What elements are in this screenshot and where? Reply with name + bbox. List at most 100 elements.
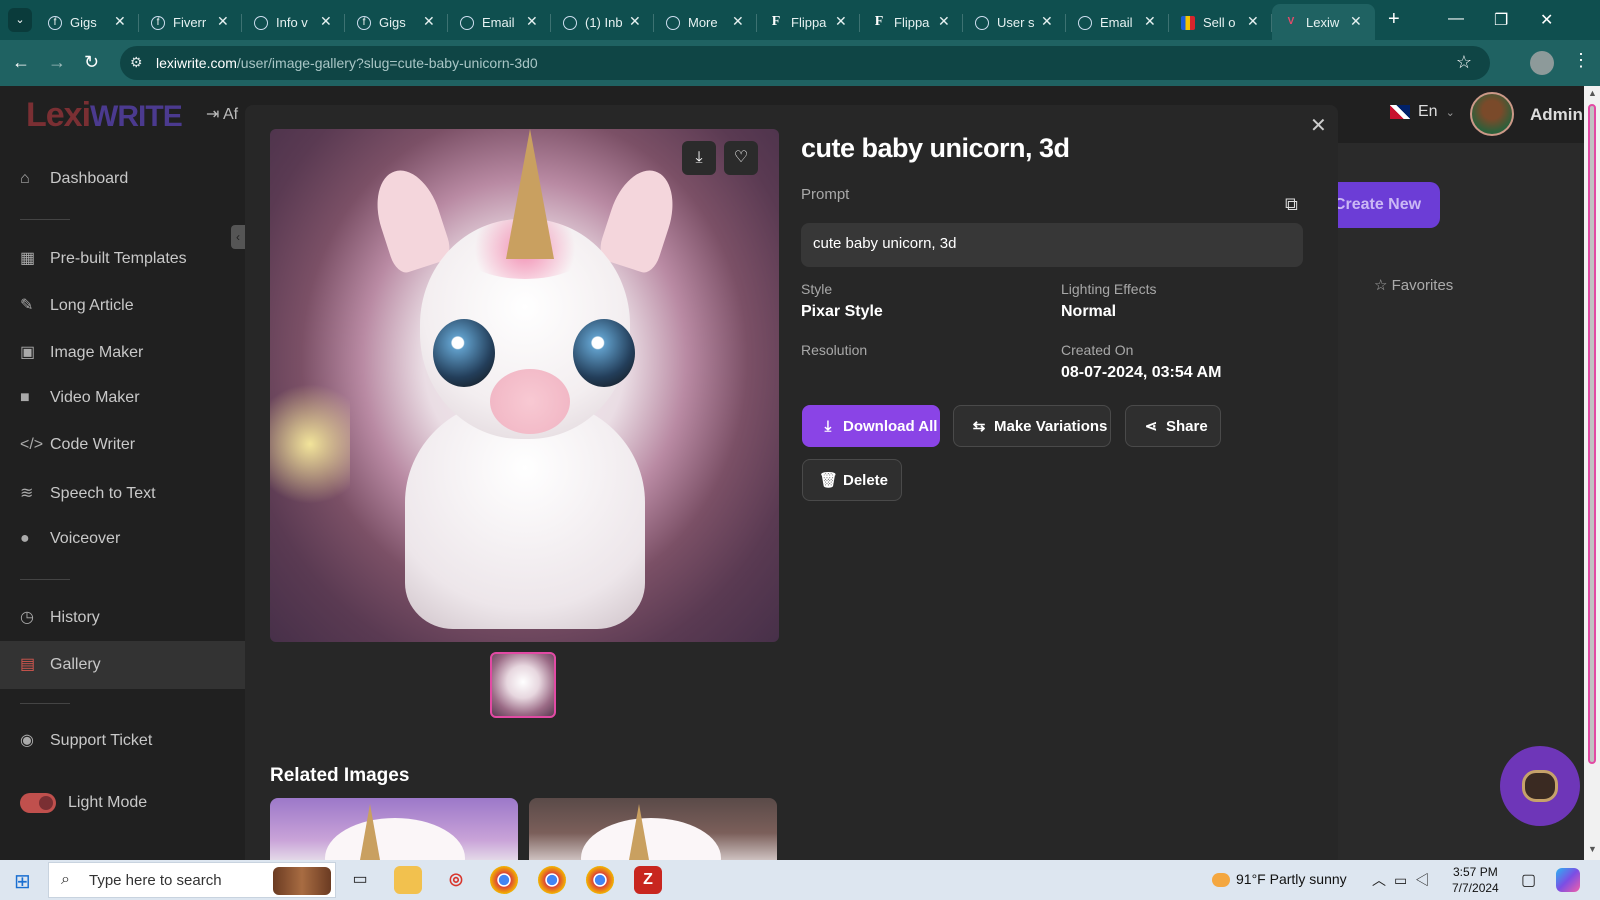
affiliate-link[interactable]: ⇥ Af: [206, 104, 238, 124]
sidebar-item-support[interactable]: ◉ Support Ticket: [20, 730, 152, 754]
search-highlight-image[interactable]: [273, 867, 331, 895]
scroll-down-icon[interactable]: ▼: [1588, 844, 1597, 854]
browser-tab[interactable]: f Gigs ✕: [36, 4, 139, 40]
light-mode-toggle[interactable]: Light Mode: [20, 793, 147, 817]
close-icon[interactable]: ✕: [1310, 113, 1327, 138]
image-thumbnail[interactable]: [490, 652, 556, 718]
forward-icon[interactable]: →: [48, 52, 66, 73]
close-icon[interactable]: ✕: [732, 13, 744, 30]
close-icon[interactable]: ✕: [1041, 13, 1053, 30]
chatbot-launcher[interactable]: [1500, 746, 1580, 826]
bookmark-star-icon[interactable]: ☆: [1456, 52, 1472, 73]
page-scrollbar[interactable]: ▲ ▼: [1584, 86, 1600, 860]
sidebar-item-long-article[interactable]: ✎ Long Article: [20, 295, 134, 319]
copy-icon[interactable]: ⧉: [1285, 194, 1298, 215]
browser-tab[interactable]: F Flippa ✕: [757, 4, 860, 40]
browser-tab[interactable]: More ✕: [654, 4, 757, 40]
close-icon[interactable]: ✕: [320, 13, 332, 30]
scroll-up-icon[interactable]: ▲: [1588, 88, 1597, 98]
sidebar-item-gallery[interactable]: ▤ Gallery: [20, 654, 101, 678]
reload-icon[interactable]: ↻: [84, 52, 99, 73]
scrollbar-thumb[interactable]: [1588, 104, 1596, 764]
copilot-icon[interactable]: [1556, 868, 1580, 892]
sidebar-item-history[interactable]: ◷ History: [20, 607, 100, 631]
taskbar-search[interactable]: ⌕ Type here to search: [48, 862, 336, 898]
sidebar-item-video-maker[interactable]: ■ Video Maker: [20, 389, 140, 413]
swap-icon: ⇆: [972, 418, 986, 435]
browser-tab[interactable]: Info v ✕: [242, 4, 345, 40]
browser-menu-icon[interactable]: ⋮: [1572, 50, 1590, 71]
windows-start-icon[interactable]: ⊞: [14, 869, 31, 894]
close-icon[interactable]: ✕: [1247, 13, 1259, 30]
delete-button[interactable]: 🗑 Delete: [802, 459, 902, 501]
sidebar-item-speech-to-text[interactable]: ≋ Speech to Text: [20, 483, 156, 507]
sidebar-item-templates[interactable]: ▦ Pre-built Templates: [20, 248, 187, 272]
task-view-icon[interactable]: ▭: [346, 866, 374, 894]
close-icon[interactable]: ✕: [526, 13, 538, 30]
download-all-button[interactable]: ⤓ Download All: [802, 405, 940, 447]
browser-tab[interactable]: User s ✕: [963, 4, 1066, 40]
browser-tab[interactable]: f Fiverr ✕: [139, 4, 242, 40]
url-text[interactable]: lexiwrite.com/user/image-gallery?slug=cu…: [156, 55, 538, 71]
site-info-icon[interactable]: ⚙: [130, 54, 143, 71]
sidebar-item-voiceover[interactable]: ● Voiceover: [20, 530, 120, 554]
filezilla-icon[interactable]: Z: [634, 866, 662, 894]
file-explorer-icon[interactable]: [394, 866, 422, 894]
sidebar-item-dashboard[interactable]: ⌂ Dashboard: [20, 170, 128, 194]
share-button[interactable]: ⋖ Share: [1125, 405, 1221, 447]
sidebar-item-code-writer[interactable]: </> Code Writer: [20, 436, 135, 460]
back-icon[interactable]: ←: [12, 52, 30, 73]
browser-tabstrip: ⌄ f Gigs ✕ f Fiverr ✕ Info v ✕ f Gigs ✕ Email ✕ …: [0, 0, 1600, 40]
image-eye-left: [433, 319, 495, 387]
new-tab-icon[interactable]: +: [1388, 8, 1400, 31]
language-selector[interactable]: En ⌄: [1390, 103, 1455, 121]
close-icon[interactable]: ✕: [1144, 13, 1156, 30]
chrome-icon[interactable]: [490, 866, 518, 894]
address-bar[interactable]: ⚙ lexiwrite.com/user/image-gallery?slug=…: [120, 46, 1490, 80]
related-image[interactable]: [270, 798, 518, 860]
toggle-icon[interactable]: [20, 793, 56, 813]
lexiwrite-logo[interactable]: LexiWRITE: [26, 96, 183, 135]
browser-tab[interactable]: Email ✕: [448, 4, 551, 40]
restore-icon[interactable]: ❐: [1494, 10, 1508, 30]
volume-icon[interactable]: ◁: [1415, 872, 1437, 888]
generated-image[interactable]: ⤓ ♡: [270, 129, 779, 642]
close-icon[interactable]: ✕: [629, 13, 641, 30]
minimize-icon[interactable]: —: [1448, 10, 1464, 28]
browser-tab-active[interactable]: V Lexiw ✕: [1272, 4, 1375, 40]
browser-tab[interactable]: (1) Inb ✕: [551, 4, 654, 40]
clock[interactable]: 3:57 PM 7/7/2024: [1452, 864, 1499, 896]
notification-icon[interactable]: ▢: [1521, 870, 1536, 890]
user-name[interactable]: Admin: [1530, 105, 1583, 125]
close-icon[interactable]: ✕: [114, 13, 126, 30]
sidebar-item-image-maker[interactable]: ▣ Image Maker: [20, 342, 143, 366]
close-icon[interactable]: ✕: [1350, 13, 1362, 30]
related-image[interactable]: [529, 798, 777, 860]
heart-icon[interactable]: ♡: [724, 141, 758, 175]
browser-tab[interactable]: f Gigs ✕: [345, 4, 448, 40]
chevron-up-icon[interactable]: ︿: [1372, 872, 1394, 888]
sidebar-collapse-icon[interactable]: ‹: [231, 225, 245, 249]
browser-tab[interactable]: F Flippa ✕: [860, 4, 963, 40]
network-icon[interactable]: ▭: [1394, 872, 1415, 888]
close-icon[interactable]: ✕: [938, 13, 950, 30]
close-icon[interactable]: ✕: [835, 13, 847, 30]
tab-search-icon[interactable]: ⌄: [8, 8, 32, 32]
button-label: Make Variations: [994, 418, 1108, 435]
chrome-icon[interactable]: [538, 866, 566, 894]
download-icon[interactable]: ⤓: [682, 141, 716, 175]
close-window-icon[interactable]: ✕: [1540, 10, 1553, 30]
app-icon[interactable]: ◎: [442, 866, 470, 894]
close-icon[interactable]: ✕: [423, 13, 435, 30]
system-tray[interactable]: ︿▭◁: [1372, 870, 1437, 890]
weather-widget[interactable]: 91°F Partly sunny: [1212, 871, 1347, 888]
favorites-tab[interactable]: ☆ Favorites: [1374, 276, 1453, 294]
user-avatar[interactable]: [1470, 92, 1514, 136]
browser-tab[interactable]: Email ✕: [1066, 4, 1169, 40]
browser-tab[interactable]: Sell o ✕: [1169, 4, 1272, 40]
make-variations-button[interactable]: ⇆ Make Variations: [953, 405, 1111, 447]
chrome-icon[interactable]: [586, 866, 614, 894]
profile-avatar-icon[interactable]: [1530, 51, 1554, 75]
close-icon[interactable]: ✕: [217, 13, 229, 30]
resolution-label: Resolution: [801, 342, 868, 358]
